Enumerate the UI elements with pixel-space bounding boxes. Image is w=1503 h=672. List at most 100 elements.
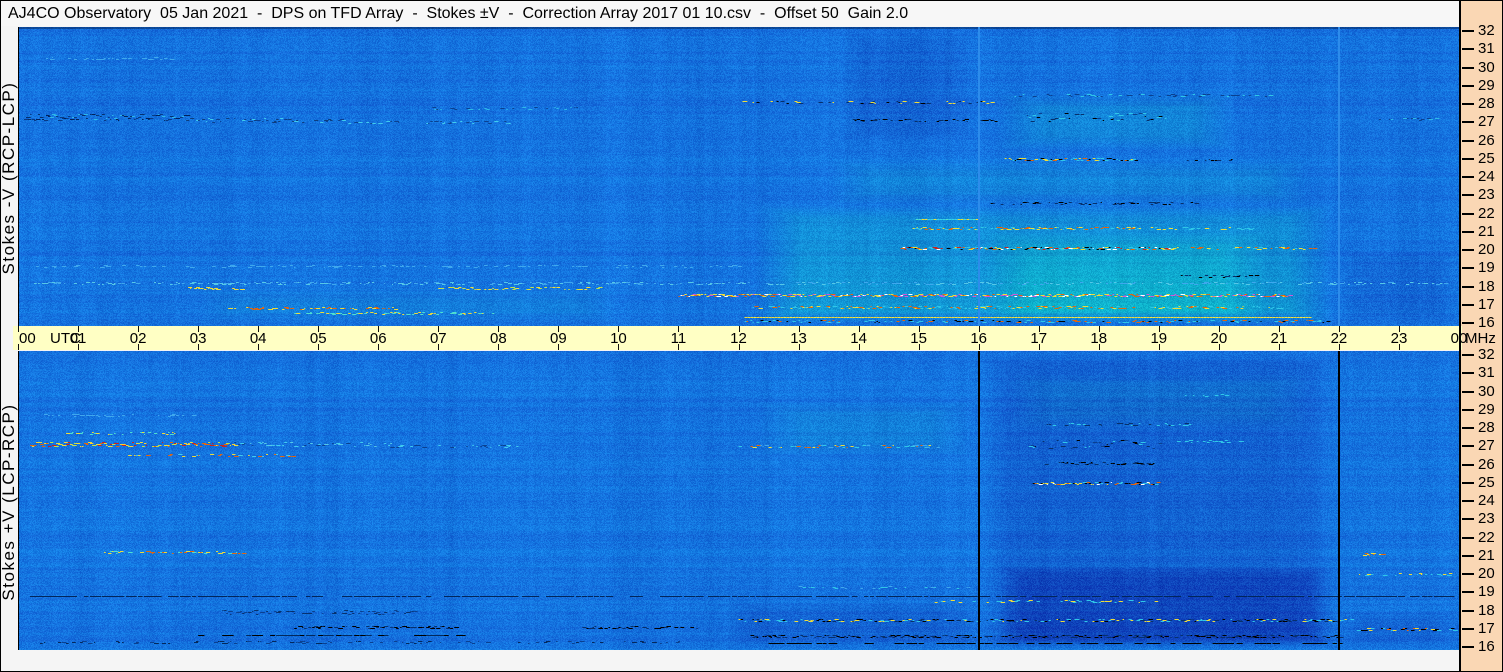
freq-label: 22 [1478,528,1495,546]
freq-tick [1462,500,1474,502]
freq-tick [1462,463,1474,466]
freq-label: 26 [1478,131,1495,149]
freq-label: 31 [1478,364,1495,382]
freq-label: 19 [1478,583,1495,601]
freq-tick [1462,354,1474,356]
freq-label: 21 [1478,546,1495,564]
time-label: 13 [790,330,807,347]
spectrograph-window: AJ4CO Observatory 05 Jan 2021 - DPS on T… [0,0,1503,672]
time-label: 21 [1270,330,1288,347]
freq-tick [1462,518,1474,521]
freq-tick [1462,627,1474,630]
time-label: 04 [249,330,267,347]
freq-label: 28 [1478,419,1495,436]
time-label: 15 [910,330,927,347]
time-label: 09 [550,330,567,347]
time-axis: 00 UTC 01 02 03 04 05 06 07 08 09 10 11 12 13 14 15 16 17 1… [13,326,1467,350]
freq-label: 20 [1478,241,1495,258]
freq-tick [1462,212,1474,215]
freq-tick [1462,372,1474,375]
freq-label: 17 [1478,619,1495,637]
freq-label: 16 [1478,638,1495,655]
freq-label: 24 [1478,492,1495,509]
plot-right-border [1459,0,1461,672]
freq-label: 31 [1478,40,1495,58]
spectrogram-panel-minus-v [18,27,1459,326]
freq-label: 16 [1478,314,1495,331]
time-label: 01 [69,330,87,347]
time-label: 05 [309,330,327,347]
panel2-ylabel-stokes-plus-v: Stokes +V (LCP-RCP) [0,403,18,601]
freq-label: 25 [1478,473,1495,491]
page-title: AJ4CO Observatory 05 Jan 2021 - DPS on T… [8,5,909,22]
freq-tick [1462,646,1474,648]
freq-label: 30 [1478,58,1495,76]
freq-tick [1462,536,1474,539]
freq-label: 27 [1478,437,1495,455]
freq-tick [1462,66,1474,69]
freq-tick [1462,591,1474,594]
time-label: 12 [730,330,747,347]
time-label: 06 [369,330,387,347]
time-label: 23 [1390,330,1408,347]
freq-label: 27 [1478,113,1495,131]
freq-label: 21 [1478,222,1495,240]
freq-tick [1462,445,1474,448]
freq-label: 18 [1478,277,1495,295]
freq-tick [1462,84,1474,87]
freq-tick [1462,427,1474,429]
freq-label: 26 [1478,455,1495,473]
freq-label: 18 [1478,601,1495,619]
freq-tick [1462,573,1474,575]
spectrogram-panel-plus-v [18,351,1459,650]
time-label: 16 [970,330,987,347]
freq-tick [1462,121,1474,124]
freq-tick [1462,139,1474,142]
title-bar: AJ4CO Observatory 05 Jan 2021 - DPS on T… [1,1,1459,26]
time-label: 02 [129,330,147,347]
freq-label: 20 [1478,565,1495,582]
freq-label: 22 [1478,204,1495,222]
freq-label: 25 [1478,149,1495,167]
freq-label: 28 [1478,95,1495,112]
time-label: 03 [189,330,207,347]
time-label: 18 [1090,330,1108,347]
freq-tick [1462,554,1474,557]
freq-label: 29 [1478,400,1495,418]
freq-label: 23 [1478,510,1495,528]
time-label: 22 [1330,330,1348,347]
freq-axis-unit-label: MHz [1465,330,1496,347]
freq-tick [1462,303,1474,306]
freq-label: 19 [1478,259,1495,277]
freq-tick [1462,230,1474,233]
freq-tick [1462,322,1474,324]
time-label: 07 [429,330,447,347]
freq-label: 32 [1478,22,1495,39]
freq-tick [1462,103,1474,105]
time-label: 08 [489,330,507,347]
freq-label: 32 [1478,346,1495,363]
freq-label: 30 [1478,382,1495,400]
freq-tick [1462,267,1474,270]
freq-label: 29 [1478,76,1495,94]
freq-label: 24 [1478,168,1495,185]
time-label: 19 [1150,330,1168,347]
freq-tick [1462,176,1474,178]
freq-tick [1462,48,1474,51]
freq-tick [1462,285,1474,288]
time-label: 10 [610,330,627,347]
freq-label: 23 [1478,186,1495,204]
time-label: 14 [850,330,867,347]
time-label: 11 [670,330,687,347]
freq-label: 17 [1478,295,1495,313]
freq-tick [1462,249,1474,251]
freq-tick [1462,390,1474,393]
time-label: 20 [1210,330,1228,347]
freq-tick [1462,609,1474,612]
freq-tick [1462,30,1474,32]
panel1-ylabel-stokes-minus-v: Stokes -V (RCP-LCP) [0,81,18,275]
freq-tick [1462,481,1474,484]
freq-tick [1462,408,1474,411]
freq-tick [1462,157,1474,160]
freq-tick [1462,194,1474,197]
